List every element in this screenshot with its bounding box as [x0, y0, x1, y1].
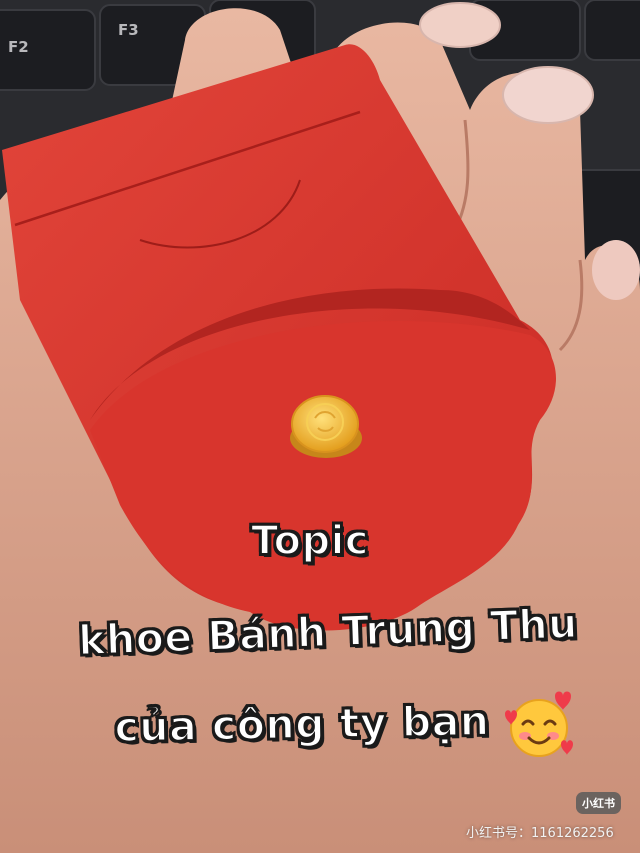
- xiaohongshu-watermark-id: 小红书号：1161262256: [466, 826, 614, 841]
- key-f3-label: F3: [118, 21, 139, 39]
- caption-line-1: Topic: [250, 517, 370, 565]
- smiling-face-with-hearts-icon: [505, 691, 573, 757]
- photo-scene: F2 F3 J Topic khoe Bánh Trung Thu của c: [0, 0, 640, 853]
- fingernail: [502, 66, 594, 124]
- key-f2-label: F2: [8, 38, 29, 56]
- fingernail: [592, 240, 640, 300]
- fingernail: [419, 2, 501, 48]
- xiaohongshu-logo-badge: 小红书: [576, 792, 621, 814]
